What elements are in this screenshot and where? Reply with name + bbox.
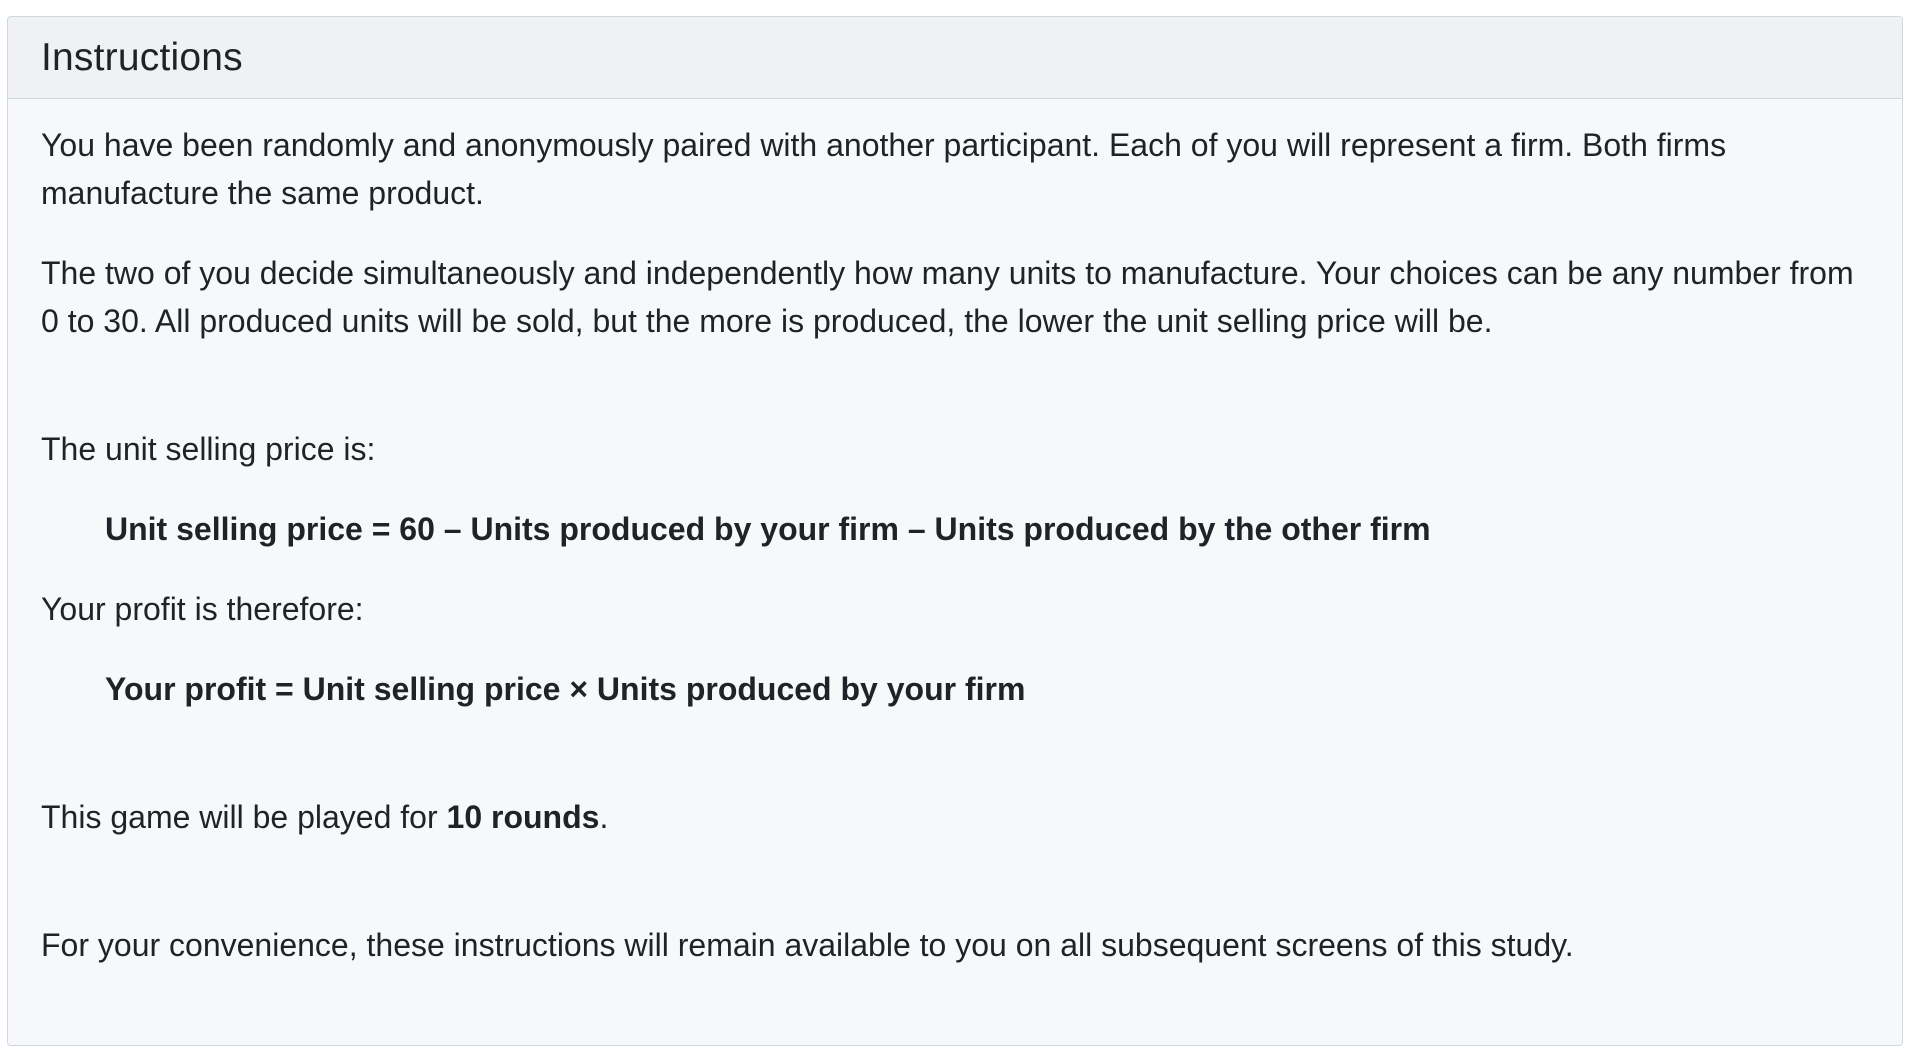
convenience-paragraph: For your convenience, these instructions… xyxy=(41,927,1574,963)
profit-intro: Your profit is therefore: xyxy=(41,591,364,627)
price-formula: Unit selling price = 60 – Units produced… xyxy=(105,511,1431,547)
decision-paragraph: The two of you decide simultaneously and… xyxy=(41,255,1854,339)
instructions-panel: Instructions You have been randomly and … xyxy=(7,16,1903,1046)
profit-formula: Your profit = Unit selling price × Units… xyxy=(105,671,1026,707)
rounds-prefix: This game will be played for xyxy=(41,799,447,835)
panel-body: You have been randomly and anonymously p… xyxy=(8,99,1902,969)
panel-header: Instructions xyxy=(8,17,1902,99)
price-intro: The unit selling price is: xyxy=(41,431,376,467)
rounds-count: 10 rounds xyxy=(446,799,600,835)
panel-title: Instructions xyxy=(41,35,243,79)
rounds-suffix: . xyxy=(599,799,609,835)
pairing-paragraph: You have been randomly and anonymously p… xyxy=(41,127,1727,211)
rounds-paragraph: This game will be played for 10 rounds. xyxy=(41,793,1869,841)
